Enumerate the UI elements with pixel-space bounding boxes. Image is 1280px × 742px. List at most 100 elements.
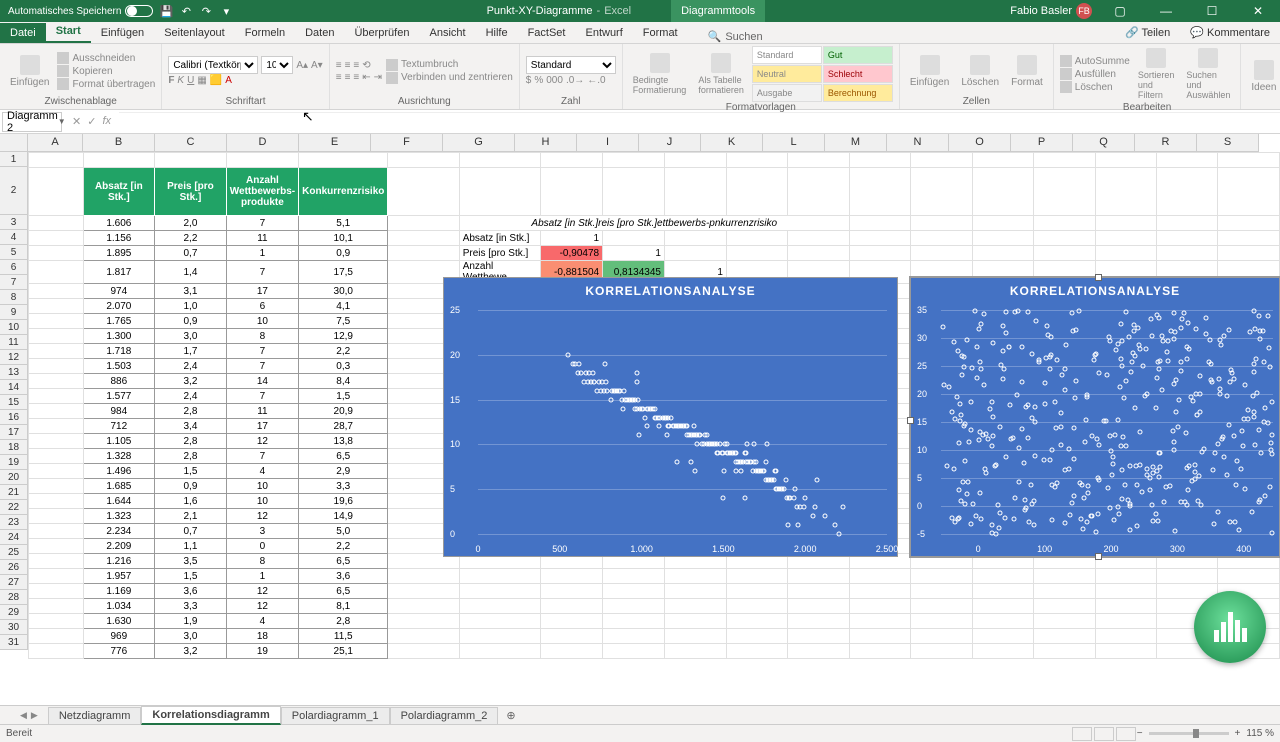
dec-decimal-icon[interactable]: ←.0 (587, 75, 605, 86)
tab-help[interactable]: Hilfe (476, 23, 518, 43)
inc-decimal-icon[interactable]: .0→ (566, 75, 584, 86)
font-color-button[interactable]: A (225, 75, 232, 86)
view-pagebreak-icon[interactable] (1116, 727, 1136, 741)
qat-dropdown-icon[interactable]: ▾ (219, 4, 233, 18)
row-header[interactable]: 29 (0, 605, 28, 620)
worksheet-grid[interactable]: ABCDEFGHIJKLMNOPQRS 12345678910111213141… (0, 134, 1280, 705)
decrease-font-icon[interactable]: A▾ (311, 60, 323, 71)
style-calc[interactable]: Berechnung (823, 84, 893, 102)
border-button[interactable]: ▦ (197, 75, 206, 86)
col-header[interactable]: B (83, 134, 155, 152)
col-header[interactable]: D (227, 134, 299, 152)
format-cells-button[interactable]: Format (1007, 53, 1047, 90)
tab-view[interactable]: Ansicht (419, 23, 475, 43)
user-account[interactable]: Fabio Basler FB (1010, 3, 1092, 19)
col-header[interactable]: S (1197, 134, 1259, 152)
tab-nav-prev-icon[interactable]: ◀ (20, 710, 27, 721)
row-header[interactable]: 16 (0, 410, 28, 425)
zoom-out-icon[interactable]: − (1137, 728, 1143, 739)
tab-nav-next-icon[interactable]: ▶ (31, 710, 38, 721)
save-icon[interactable]: 💾 (159, 4, 173, 18)
zoom-level[interactable]: 115 % (1246, 728, 1274, 739)
merge-button[interactable]: Verbinden und zentrieren (386, 72, 513, 84)
ribbon-options-icon[interactable]: ▢ (1102, 0, 1138, 22)
align-mid-icon[interactable]: ≡ (345, 60, 351, 71)
row-header[interactable]: 4 (0, 230, 28, 245)
row-header[interactable]: 5 (0, 245, 28, 260)
tab-file[interactable]: Datei (0, 23, 46, 43)
col-header[interactable]: N (887, 134, 949, 152)
style-bad[interactable]: Schlecht (823, 65, 893, 83)
undo-icon[interactable]: ↶ (179, 4, 193, 18)
font-size-combo[interactable]: 10 (261, 56, 293, 74)
autosum-button[interactable]: AutoSumme (1060, 55, 1130, 67)
col-header[interactable]: P (1011, 134, 1073, 152)
currency-icon[interactable]: $ (526, 75, 532, 86)
align-left-icon[interactable]: ≡ (336, 72, 342, 83)
row-header[interactable]: 26 (0, 560, 28, 575)
style-good[interactable]: Gut (823, 46, 893, 64)
row-header[interactable]: 30 (0, 620, 28, 635)
cell-styles-gallery[interactable]: Standard Gut Neutral Schlecht Ausgabe Be… (752, 46, 893, 102)
align-center-icon[interactable]: ≡ (345, 72, 351, 83)
row-header[interactable]: 6 (0, 260, 28, 275)
row-header[interactable]: 8 (0, 290, 28, 305)
insert-cells-button[interactable]: Einfügen (906, 53, 953, 90)
ideas-button[interactable]: Ideen (1247, 58, 1280, 95)
style-standard[interactable]: Standard (752, 46, 822, 64)
minimize-icon[interactable]: — (1148, 0, 1184, 22)
row-header[interactable]: 9 (0, 305, 28, 320)
orientation-icon[interactable]: ⟲ (362, 60, 370, 71)
accept-formula-icon[interactable]: ✓ (87, 115, 96, 128)
name-box[interactable]: Diagramm 2▼ (2, 112, 62, 132)
row-header[interactable]: 7 (0, 275, 28, 290)
indent-dec-icon[interactable]: ⇤ (362, 72, 370, 83)
row-header[interactable]: 17 (0, 425, 28, 440)
row-header[interactable]: 27 (0, 575, 28, 590)
row-header[interactable]: 28 (0, 590, 28, 605)
select-all-corner[interactable] (0, 134, 28, 152)
sheet-tab[interactable]: Netzdiagramm (48, 707, 142, 724)
style-output[interactable]: Ausgabe (752, 84, 822, 102)
wrap-text-button[interactable]: Textumbruch (386, 59, 513, 71)
col-header[interactable]: L (763, 134, 825, 152)
col-header[interactable]: F (371, 134, 443, 152)
col-header[interactable]: M (825, 134, 887, 152)
align-bot-icon[interactable]: ≡ (353, 60, 359, 71)
row-header[interactable]: 23 (0, 515, 28, 530)
comma-icon[interactable]: 000 (546, 75, 563, 86)
chart-korrelation-2[interactable]: KORRELATIONSANALYSE -5051015202530350100… (910, 277, 1280, 557)
paste-button[interactable]: Einfügen (6, 53, 53, 90)
maximize-icon[interactable]: ☐ (1194, 0, 1230, 22)
row-header[interactable]: 31 (0, 635, 28, 650)
indent-inc-icon[interactable]: ⇥ (374, 72, 382, 83)
fx-icon[interactable]: fx (102, 115, 111, 128)
sheet-tab[interactable]: Polardiagramm_1 (281, 707, 390, 724)
col-header[interactable]: Q (1073, 134, 1135, 152)
zoom-in-icon[interactable]: + (1235, 728, 1241, 739)
row-header[interactable]: 18 (0, 440, 28, 455)
number-format-combo[interactable]: Standard (526, 56, 616, 74)
row-header[interactable]: 11 (0, 335, 28, 350)
row-header[interactable]: 12 (0, 350, 28, 365)
row-header[interactable]: 15 (0, 395, 28, 410)
chart-korrelation-1[interactable]: KORRELATIONSANALYSE 051015202505001.0001… (443, 277, 898, 557)
formula-input[interactable] (119, 112, 1280, 132)
increase-font-icon[interactable]: A▴ (296, 60, 308, 71)
tab-factset[interactable]: FactSet (518, 23, 576, 43)
find-select-button[interactable]: Suchen und Auswählen (1182, 46, 1234, 102)
copy-button[interactable]: Kopieren (57, 65, 155, 77)
percent-icon[interactable]: % (534, 75, 543, 86)
row-header[interactable]: 25 (0, 545, 28, 560)
tell-me-search[interactable]: 🔍Suchen (708, 30, 763, 43)
comments-button[interactable]: 💬 Kommentare (1180, 22, 1280, 43)
share-button[interactable]: 🔗 Teilen (1115, 22, 1180, 43)
col-header[interactable]: H (515, 134, 577, 152)
tab-design[interactable]: Entwurf (575, 23, 632, 43)
tab-review[interactable]: Überprüfen (344, 23, 419, 43)
align-right-icon[interactable]: ≡ (353, 72, 359, 83)
tab-formulas[interactable]: Formeln (235, 23, 295, 43)
font-name-combo[interactable]: Calibri (Textkörpe (168, 56, 258, 74)
tab-start[interactable]: Start (46, 21, 91, 43)
row-header[interactable]: 24 (0, 530, 28, 545)
